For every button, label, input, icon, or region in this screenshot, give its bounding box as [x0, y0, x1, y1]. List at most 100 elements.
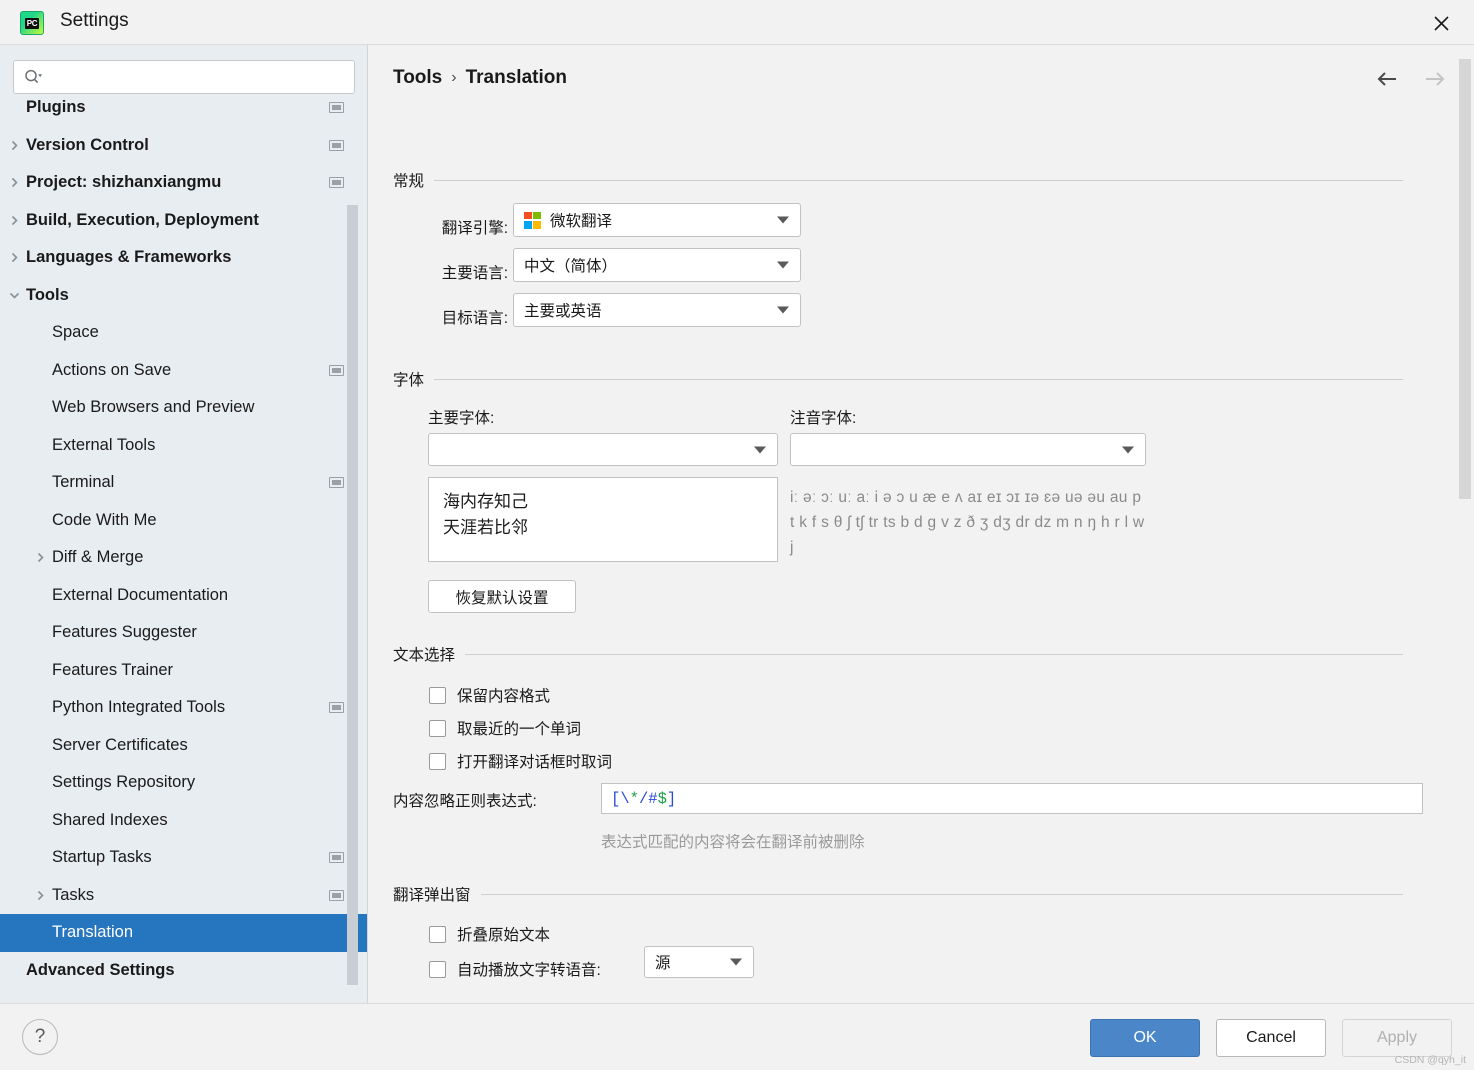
checkbox-keep-format[interactable] [429, 687, 446, 704]
arrow-left-icon[interactable] [1376, 69, 1400, 93]
sidebar-item-settings-repository[interactable]: Settings Repository [0, 764, 368, 802]
divider [434, 379, 1403, 380]
primary-font-dropdown[interactable] [428, 433, 778, 466]
sidebar-item-terminal[interactable]: Terminal [0, 464, 368, 502]
close-icon[interactable] [1428, 10, 1454, 36]
divider [465, 654, 1403, 655]
sidebar-item-tasks[interactable]: Tasks [0, 877, 368, 915]
regex-token: / [639, 790, 648, 808]
checkbox-take-word-on-dialog[interactable] [429, 753, 446, 770]
preview-line-2: 天涯若比邻 [443, 515, 763, 541]
chevron-down-icon[interactable] [6, 287, 22, 303]
regex-token: \ [620, 790, 629, 808]
sidebar-item-python-integrated-tools[interactable]: Python Integrated Tools [0, 689, 368, 727]
sidebar-item-server-certificates[interactable]: Server Certificates [0, 727, 368, 765]
sidebar-item-translation[interactable]: Translation [0, 914, 368, 952]
chevron-right-icon[interactable] [6, 137, 22, 153]
section-font-header: 字体 [393, 368, 1403, 390]
regex-hint: 表达式匹配的内容将会在翻译前被删除 [601, 830, 865, 852]
phonetic-font-dropdown[interactable] [790, 433, 1146, 466]
sidebar-item-label: Space [52, 323, 99, 342]
checkbox-nearest-word-row[interactable]: 取最近的一个单词 [429, 717, 581, 739]
main-scrollbar[interactable] [1459, 59, 1471, 499]
sidebar-item-external-documentation[interactable]: External Documentation [0, 577, 368, 615]
sidebar-item-actions-on-save[interactable]: Actions on Save [0, 352, 368, 390]
sidebar-item-label: Diff & Merge [52, 548, 143, 567]
checkbox-fold-source-row[interactable]: 折叠原始文本 [429, 923, 550, 945]
chevron-right-icon[interactable] [6, 212, 22, 228]
sidebar-item-plugins[interactable]: Plugins [0, 89, 368, 127]
sidebar-item-label: Advanced Settings [26, 961, 175, 980]
chevron-right-icon[interactable] [32, 887, 48, 903]
sidebar-scrollbar[interactable] [347, 205, 358, 985]
sidebar-item-startup-tasks[interactable]: Startup Tasks [0, 839, 368, 877]
sidebar-item-languages-frameworks[interactable]: Languages & Frameworks [0, 239, 368, 277]
sidebar-item-advanced-settings[interactable]: Advanced Settings [0, 952, 368, 985]
divider [481, 894, 1403, 895]
checkbox-nearest-word[interactable] [429, 720, 446, 737]
sidebar-item-label: Terminal [52, 473, 114, 492]
sidebar-item-label: Languages & Frameworks [26, 248, 231, 267]
chevron-down-icon [1122, 446, 1134, 453]
watermark: CSDN @qyh_it [1395, 1054, 1466, 1066]
checkbox-autoplay-tts[interactable] [429, 961, 446, 978]
checkbox-nearest-word-label: 取最近的一个单词 [457, 717, 581, 739]
section-general-title: 常规 [393, 169, 424, 191]
regex-token: # [648, 790, 657, 808]
sidebar-item-label: Settings Repository [52, 773, 195, 792]
sidebar-item-features-suggester[interactable]: Features Suggester [0, 614, 368, 652]
chevron-right-icon[interactable] [6, 250, 22, 266]
ok-button[interactable]: OK [1090, 1019, 1200, 1057]
tts-source-value: 源 [655, 951, 671, 973]
help-icon[interactable]: ? [22, 1019, 58, 1055]
sidebar-item-version-control[interactable]: Version Control [0, 127, 368, 165]
chevron-right-icon[interactable] [6, 175, 22, 191]
checkbox-autoplay-tts-row[interactable]: 自动播放文字转语音: [429, 958, 601, 980]
sidebar-item-label: Startup Tasks [52, 848, 152, 867]
arrow-right-icon [1422, 69, 1446, 93]
sidebar-item-external-tools[interactable]: External Tools [0, 427, 368, 465]
breadcrumb-separator-icon: › [451, 69, 456, 87]
sidebar-item-label: Translation [52, 923, 133, 942]
settings-main-panel: Tools › Translation 常规 翻译引擎: [369, 45, 1474, 1003]
sidebar-item-label: Web Browsers and Preview [52, 398, 254, 417]
checkbox-keep-format-row[interactable]: 保留内容格式 [429, 684, 550, 706]
sidebar-item-code-with-me[interactable]: Code With Me [0, 502, 368, 540]
chevron-right-icon[interactable] [32, 550, 48, 566]
breadcrumb: Tools › Translation [393, 67, 567, 89]
sidebar-item-project-shizhanxiangmu[interactable]: Project: shizhanxiangmu [0, 164, 368, 202]
sidebar-item-label: Python Integrated Tools [52, 698, 225, 717]
chevron-down-icon [730, 959, 742, 966]
sidebar-item-web-browsers-and-preview[interactable]: Web Browsers and Preview [0, 389, 368, 427]
target-language-dropdown[interactable]: 主要或英语 [513, 293, 801, 327]
regex-label: 内容忽略正则表达式: [393, 789, 537, 811]
sidebar-item-tools[interactable]: Tools [0, 277, 368, 315]
sidebar-item-features-trainer[interactable]: Features Trainer [0, 652, 368, 690]
regex-token: [ [611, 790, 620, 808]
chevron-down-icon [754, 446, 766, 453]
search-input[interactable] [49, 69, 339, 85]
sidebar-item-space[interactable]: Space [0, 314, 368, 352]
sidebar-item-shared-indexes[interactable]: Shared Indexes [0, 802, 368, 840]
settings-tree: PluginsVersion Control Project: shizhanxi… [0, 89, 368, 984]
regex-token: * [630, 790, 639, 808]
cancel-button[interactable]: Cancel [1216, 1019, 1326, 1057]
target-language-value: 主要或英语 [524, 299, 602, 321]
pycharm-logo-icon: PC [20, 11, 44, 35]
restore-defaults-button[interactable]: 恢复默认设置 [428, 580, 576, 613]
primary-language-dropdown[interactable]: 中文（简体） [513, 248, 801, 282]
checkbox-take-word-on-dialog-row[interactable]: 打开翻译对话框时取词 [429, 750, 612, 772]
sidebar-item-label: Tasks [52, 886, 94, 905]
sidebar-item-build-execution-deployment[interactable]: Build, Execution, Deployment [0, 202, 368, 240]
sidebar-item-label: Build, Execution, Deployment [26, 211, 259, 230]
tts-source-dropdown[interactable]: 源 [644, 946, 754, 978]
ignore-regex-input[interactable]: [\*/#$] [601, 783, 1423, 814]
section-general-header: 常规 [393, 169, 1403, 191]
sidebar-item-label: Project: shizhanxiangmu [26, 173, 221, 192]
settings-sidebar: PluginsVersion Control Project: shizhanxi… [0, 45, 368, 1003]
engine-label: 翻译引擎: [393, 216, 508, 238]
breadcrumb-root[interactable]: Tools [393, 67, 442, 89]
sidebar-item-diff-merge[interactable]: Diff & Merge [0, 539, 368, 577]
checkbox-fold-source-text[interactable] [429, 926, 446, 943]
translation-engine-dropdown[interactable]: 微软翻译 [513, 203, 801, 237]
